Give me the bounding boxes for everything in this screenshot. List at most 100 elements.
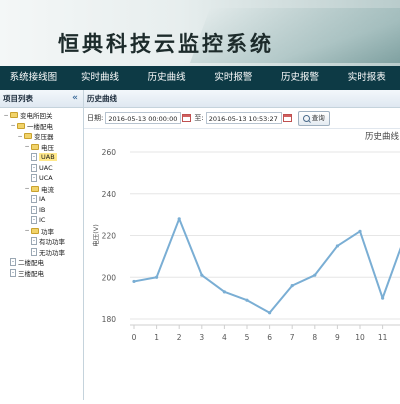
date-label: 日期: xyxy=(87,114,104,122)
tree-node[interactable]: − 电流 xyxy=(24,184,54,194)
data-point xyxy=(268,311,272,315)
tree-node[interactable]: 三楼配电 xyxy=(10,268,44,278)
folder-icon xyxy=(31,185,39,192)
date-toolbar: 日期: 2016-05-13 00:00:00 至: 2016-05-13 10… xyxy=(84,108,400,129)
tree-toggle-icon[interactable]: − xyxy=(3,112,9,119)
tree-toggle-icon[interactable]: − xyxy=(17,133,23,140)
tree-node[interactable]: UAC xyxy=(31,163,53,173)
data-point xyxy=(222,290,226,294)
y-tick-label: 220 xyxy=(102,232,117,241)
nav-realtime-curve[interactable]: 实时曲线 xyxy=(67,66,134,90)
data-point xyxy=(245,298,249,302)
sidebar-title: 项目列表 xyxy=(3,94,33,103)
query-button[interactable]: 查询 xyxy=(297,110,330,126)
project-sidebar: 项目列表 « − 变电所回关 − 一楼配电 − 变压器 − 电压 UAB UAC UCA − 电流 IA I… xyxy=(0,90,84,400)
tree-node[interactable]: UCA xyxy=(31,173,53,183)
x-tick-label: 9 xyxy=(335,333,340,342)
tree-node[interactable]: − 电压 xyxy=(24,142,54,152)
tree-node[interactable]: 无功功率 xyxy=(31,247,65,257)
file-icon xyxy=(10,268,16,277)
nav-history-alarm[interactable]: 历史报警 xyxy=(267,66,334,90)
file-icon xyxy=(31,195,37,203)
x-tick-label: 1 xyxy=(154,333,159,342)
tree-node-label: IA xyxy=(39,195,46,203)
data-point xyxy=(155,275,159,279)
tree-node[interactable]: − 变电所回关 xyxy=(3,110,53,121)
data-point xyxy=(177,217,181,221)
tree-node[interactable]: IA xyxy=(31,194,45,204)
tree-node-label: IB xyxy=(39,205,46,214)
x-tick-label: 0 xyxy=(132,333,137,342)
tree-node-label: 无功功率 xyxy=(39,248,65,257)
y-tick-label: 180 xyxy=(102,315,117,324)
tree-node-label: 电流 xyxy=(41,185,54,194)
tree-node[interactable]: 有功功率 xyxy=(31,236,65,246)
folder-icon xyxy=(31,143,39,150)
tree-toggle-icon[interactable]: − xyxy=(24,227,30,234)
tree-node-label: 变电所回关 xyxy=(20,112,53,120)
x-tick-label: 7 xyxy=(290,333,295,342)
x-tick-label: 6 xyxy=(267,333,272,342)
x-tick-label: 8 xyxy=(312,333,317,342)
nav-realtime-report[interactable]: 实时报表 xyxy=(333,66,400,90)
file-icon xyxy=(31,247,37,256)
tree-node[interactable]: 二楼配电 xyxy=(10,257,44,267)
tree-node-label: 三楼配电 xyxy=(18,269,44,278)
nav-realtime-alarm[interactable]: 实时报警 xyxy=(200,66,267,90)
tree-node[interactable]: IB xyxy=(31,205,45,215)
tree-toggle-icon[interactable]: − xyxy=(10,122,16,129)
file-icon xyxy=(31,163,37,172)
file-icon xyxy=(31,205,37,214)
to-label: 至: xyxy=(194,114,204,122)
nav-wiring-diagram[interactable]: 系统接线图 xyxy=(0,66,67,90)
tree-node-label: 有功功率 xyxy=(39,238,65,246)
x-tick-label: 5 xyxy=(245,333,250,342)
tree-node-label: UAB xyxy=(39,153,57,161)
tree-node[interactable]: − 变压器 xyxy=(17,131,54,142)
file-icon xyxy=(31,237,37,245)
app-title: 恒典科技云监控系统 xyxy=(58,32,274,56)
tree-node[interactable]: IC xyxy=(31,215,45,225)
tree-toggle-icon[interactable]: − xyxy=(24,143,30,150)
file-icon xyxy=(31,216,37,224)
tree-node-label: 一楼配电 xyxy=(27,122,53,131)
start-date-input[interactable]: 2016-05-13 00:00:00 xyxy=(105,112,182,124)
file-icon xyxy=(31,174,37,182)
file-icon xyxy=(10,258,16,266)
nav-history-curve[interactable]: 历史曲线 xyxy=(133,66,200,90)
tree-node-label: IC xyxy=(39,216,46,224)
y-axis-label: 电压(V) xyxy=(91,224,100,247)
tree-node[interactable]: − 一楼配电 xyxy=(10,121,53,131)
calendar-icon[interactable] xyxy=(182,114,192,122)
data-point xyxy=(132,279,136,284)
y-tick-label: 260 xyxy=(102,148,117,157)
data-point xyxy=(335,244,339,248)
folder-icon xyxy=(24,133,32,139)
collapse-icon[interactable]: « xyxy=(72,90,78,107)
search-icon xyxy=(302,114,310,122)
tree-node-label: 变压器 xyxy=(34,133,54,141)
tree-node[interactable]: − 功率 xyxy=(24,226,54,236)
end-date-input[interactable]: 2016-05-13 10:53:27 xyxy=(205,112,282,124)
folder-icon xyxy=(10,112,18,118)
calendar-icon[interactable] xyxy=(282,114,292,122)
tree-toggle-icon[interactable]: − xyxy=(24,185,30,192)
data-point xyxy=(358,229,362,233)
history-chart: 历史曲线 180200220240260012345678910111电压(V) xyxy=(84,130,400,400)
query-button-label: 查询 xyxy=(311,114,325,122)
data-point xyxy=(313,273,317,277)
line-chart: 180200220240260012345678910111电压(V) xyxy=(91,148,400,342)
app-header: 恒典科技云监控系统 xyxy=(0,0,400,66)
main-panel-header: 历史曲线 xyxy=(84,90,400,108)
tree-node-label: 电压 xyxy=(41,143,54,152)
y-tick-label: 200 xyxy=(102,273,117,282)
x-tick-label: 11 xyxy=(378,333,388,342)
folder-icon xyxy=(31,227,39,234)
tree-node[interactable]: UAB xyxy=(31,152,57,162)
tree-node-label: 二楼配电 xyxy=(18,259,44,267)
x-tick-label: 4 xyxy=(222,333,227,342)
folder-icon xyxy=(17,122,25,129)
sidebar-header: 项目列表 « xyxy=(0,90,83,108)
data-point xyxy=(290,284,294,288)
data-point xyxy=(381,296,385,300)
